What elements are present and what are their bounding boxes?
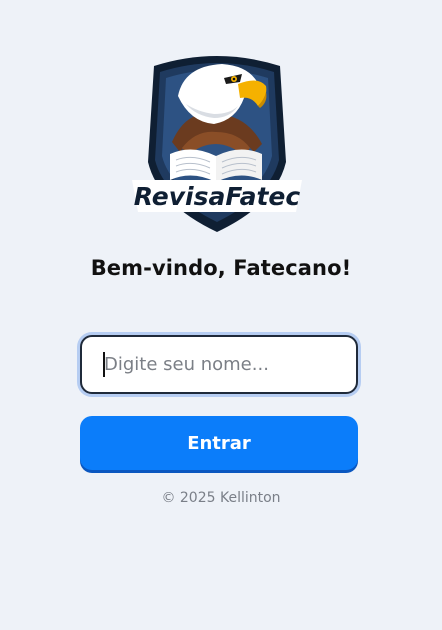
logo-wordmark: RevisaFatec [134,182,301,211]
revisafatec-logo: RevisaFatec [126,44,308,234]
login-page: RevisaFatec Bem-vindo, Fatecano! Entrar … [0,0,442,630]
text-caret [103,352,105,377]
welcome-title: Bem-vindo, Fatecano! [90,256,352,280]
enter-button[interactable]: Entrar [80,416,358,470]
name-input[interactable] [80,335,358,394]
footer-copyright: © 2025 Kellinton [161,490,281,506]
